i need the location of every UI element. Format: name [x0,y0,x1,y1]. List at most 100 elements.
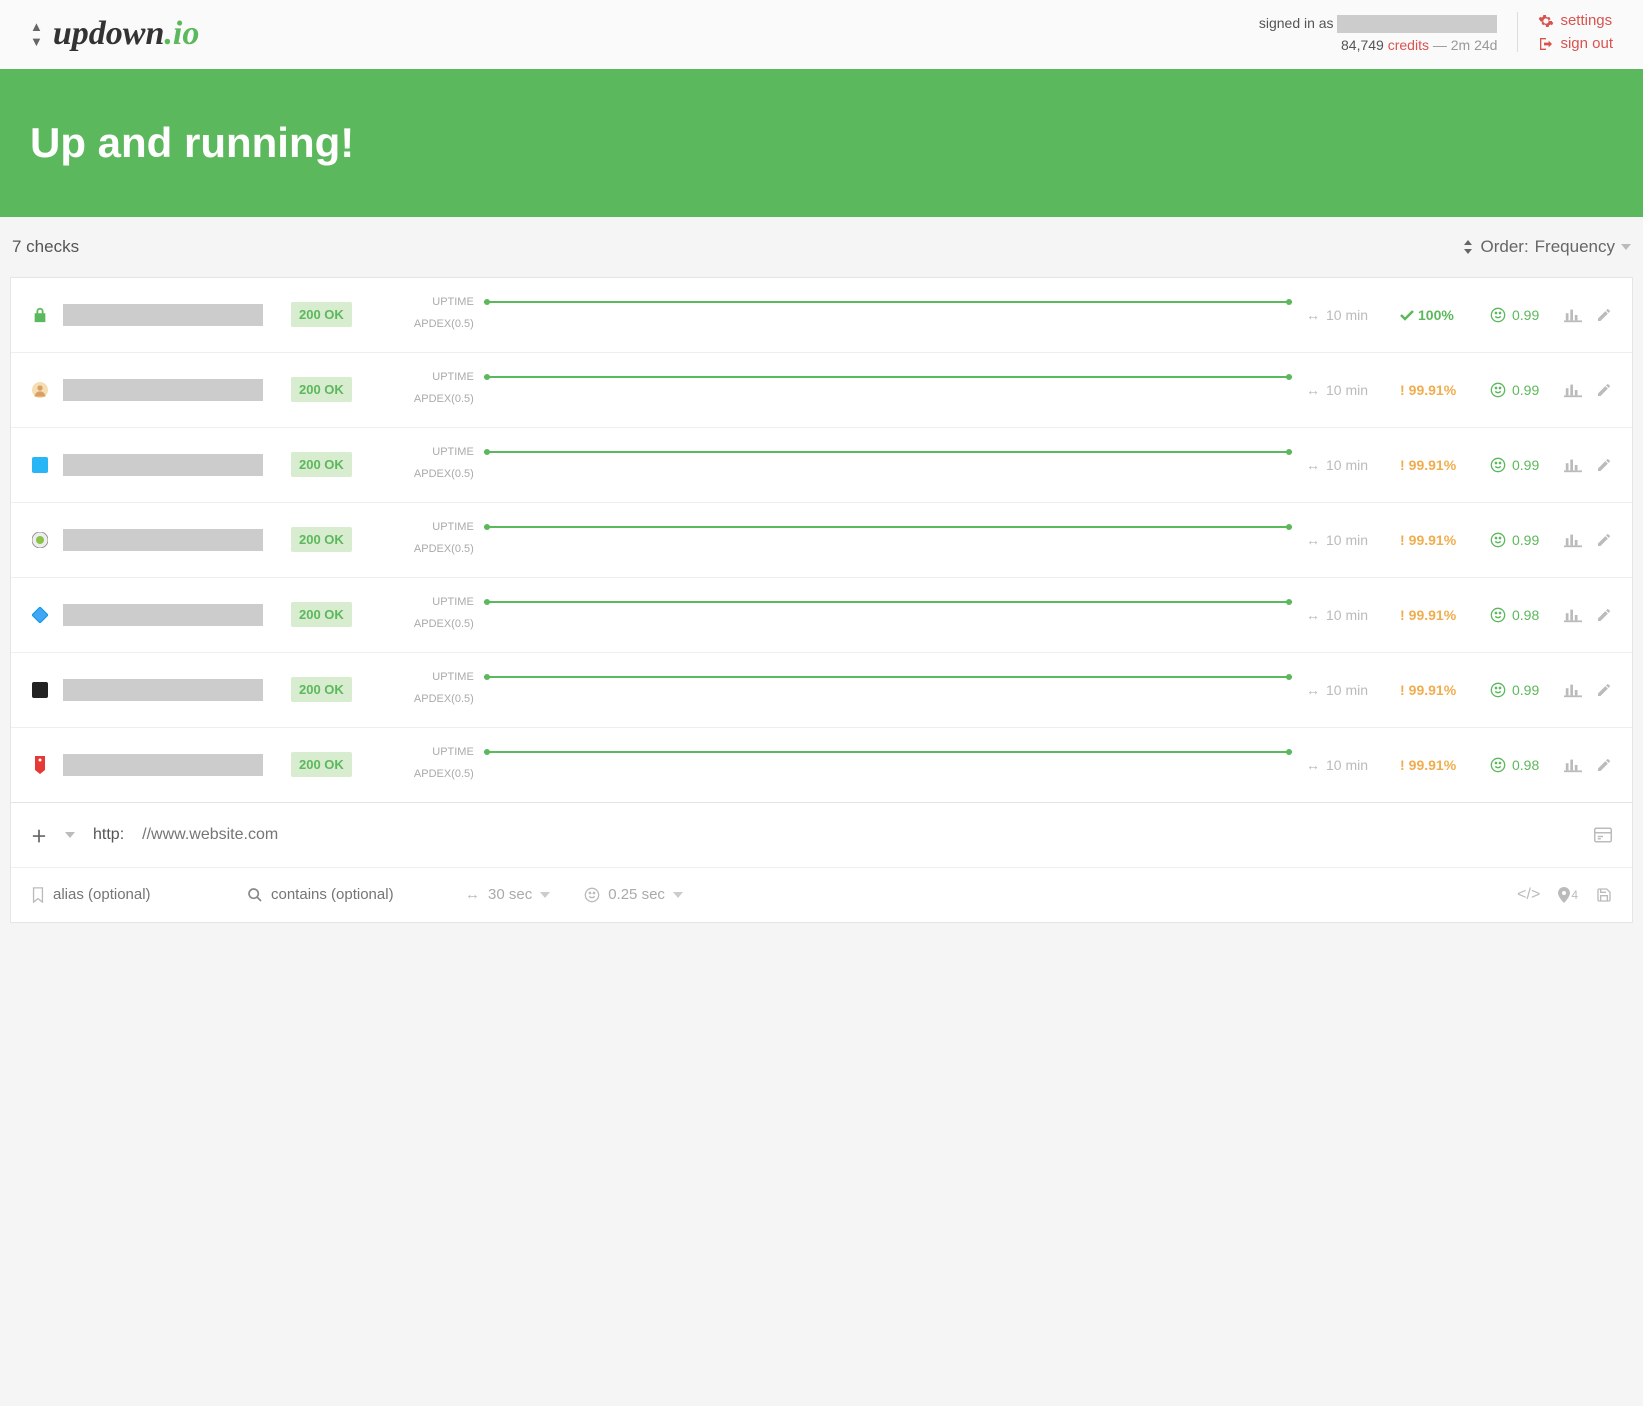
status-badge: 200 OK [291,377,352,402]
credits-label[interactable]: credits [1388,37,1429,53]
credits-value: 84,749 [1341,37,1384,53]
check-row[interactable]: 200 OK UPTIMEAPDEX(0.5) ↔10 min !99.91% 0.99 [11,503,1632,578]
uptime-percent: !99.91% [1400,757,1476,773]
chevron-down-icon[interactable] [65,832,75,838]
bookmark-icon [31,887,45,903]
site-icon [31,681,49,699]
signed-in-label: signed in as [1259,15,1334,31]
stats-icon[interactable] [1564,682,1582,698]
check-row[interactable]: 200 OKUPTIMEAPDEX(0.5)↔10 min!99.91%0.99 [11,653,1632,728]
apdex-select[interactable]: 0.25 sec [584,886,683,903]
check-count: 7 checks [12,237,79,257]
uptime-label: UPTIME [396,371,474,383]
chevron-down-icon [540,892,550,898]
credits-dash: — [1433,37,1451,53]
frequency: ↔10 min [1306,307,1386,323]
edit-icon[interactable] [1596,757,1612,773]
updown-icon: ▲▼ [30,19,43,49]
uptime-label: UPTIME [396,596,474,608]
apdex-label: APDEX(0.5) [396,318,474,330]
card-icon[interactable] [1594,827,1612,843]
edit-icon[interactable] [1596,307,1612,323]
stats-icon[interactable] [1564,757,1582,773]
contains-input[interactable] [271,886,431,903]
apdex-bars [484,539,1292,559]
stats-icon[interactable] [1564,532,1582,548]
apdex-score: 0.99 [1490,682,1550,698]
edit-icon[interactable] [1596,607,1612,623]
apdex-bars [484,464,1292,484]
charts: UPTIMEAPDEX(0.5) [396,596,1292,634]
apdex-score: 0.99 [1490,532,1550,548]
check-row[interactable]: 200 OKUPTIMEAPDEX(0.5)↔10 min!99.91%0.98 [11,728,1632,802]
banner-title: Up and running! [30,119,1613,167]
logo[interactable]: ▲▼ updown.io [30,15,199,53]
status-badge: 200 OK [291,527,352,552]
charts: UPTIMEAPDEX(0.5) [396,521,1292,559]
location-icon[interactable]: 4 [1558,887,1578,903]
check-row[interactable]: 200 OKUPTIMEAPDEX(0.5)↔10 min!99.91%0.98 [11,578,1632,653]
alias-input[interactable] [53,886,213,903]
site-icon [31,456,49,474]
stats-icon[interactable] [1564,382,1582,398]
order-select[interactable]: Order: Frequency [1462,237,1631,257]
check-row[interactable]: 200 OKUPTIMEAPDEX(0.5)↔10 min!99.91%0.99 [11,428,1632,503]
uptime-sparkline [484,751,1292,753]
apdex-label: APDEX(0.5) [396,468,474,480]
charts: UPTIMEAPDEX(0.5) [396,746,1292,784]
signout-link[interactable]: sign out [1538,35,1613,52]
add-check-form: ＋ http: ↔ 30 sec 0.25 sec </> 4 [10,803,1633,923]
uptime-sparkline [484,376,1292,378]
edit-icon[interactable] [1596,682,1612,698]
edit-icon[interactable] [1596,457,1612,473]
apdex-bars [484,314,1292,334]
apdex-score: 0.99 [1490,382,1550,398]
url-input[interactable] [142,826,1576,844]
uptime-label: UPTIME [396,296,474,308]
url-proto: http: [93,826,124,844]
apdex-label: APDEX(0.5) [396,543,474,555]
settings-link[interactable]: settings [1538,12,1613,29]
gear-icon [1538,13,1554,29]
status-banner: Up and running! [0,69,1643,217]
check-list: 200 OKUPTIMEAPDEX(0.5)↔10 min100%0.99200… [10,277,1633,803]
charts: UPTIMEAPDEX(0.5) [396,671,1292,709]
edit-icon[interactable] [1596,382,1612,398]
edit-icon[interactable] [1596,532,1612,548]
chevron-down-icon [673,892,683,898]
check-row[interactable]: 200 OKUPTIMEAPDEX(0.5)↔10 min100%0.99 [11,278,1632,353]
charts: UPTIME APDEX(0.5) [396,446,1292,484]
add-icon[interactable]: ＋ [31,823,47,847]
status-badge: 200 OK [291,602,352,627]
stats-icon[interactable] [1564,607,1582,623]
status-badge: 200 OK [291,302,352,327]
uptime-sparkline [484,676,1292,678]
stats-icon[interactable] [1564,307,1582,323]
site-name-redacted [63,679,263,701]
check-row[interactable]: 200 OKUPTIMEAPDEX(0.5)↔10 min!99.91%0.99 [11,353,1632,428]
uptime-label: UPTIME [396,446,474,458]
site-name-redacted [63,454,263,476]
alias-field[interactable] [31,886,213,903]
apdex-bars [484,689,1292,709]
contains-field[interactable] [247,886,431,903]
code-icon[interactable]: </> [1517,886,1540,904]
user-email-redacted [1337,15,1497,33]
site-name-redacted [63,379,263,401]
credits-duration: 2m 24d [1451,37,1498,53]
frequency: ↔10 min [1306,682,1386,698]
frequency: ↔10 min [1306,607,1386,623]
summary-bar: 7 checks Order: Frequency [0,217,1643,277]
save-icon[interactable] [1596,887,1612,903]
frequency: ↔10 min [1306,382,1386,398]
status-badge: 200 OK [291,752,352,777]
uptime-percent: !99.91% [1400,532,1476,548]
frequency: ↔10 min [1306,532,1386,548]
interval-select[interactable]: ↔ 30 sec [465,886,550,903]
apdex-label: APDEX(0.5) [396,393,474,405]
charts: UPTIME APDEX(0.5) [396,371,1292,409]
apdex-label: APDEX(0.5) [396,693,474,705]
sort-icon [1462,240,1474,254]
signout-icon [1538,36,1554,52]
stats-icon[interactable] [1564,457,1582,473]
